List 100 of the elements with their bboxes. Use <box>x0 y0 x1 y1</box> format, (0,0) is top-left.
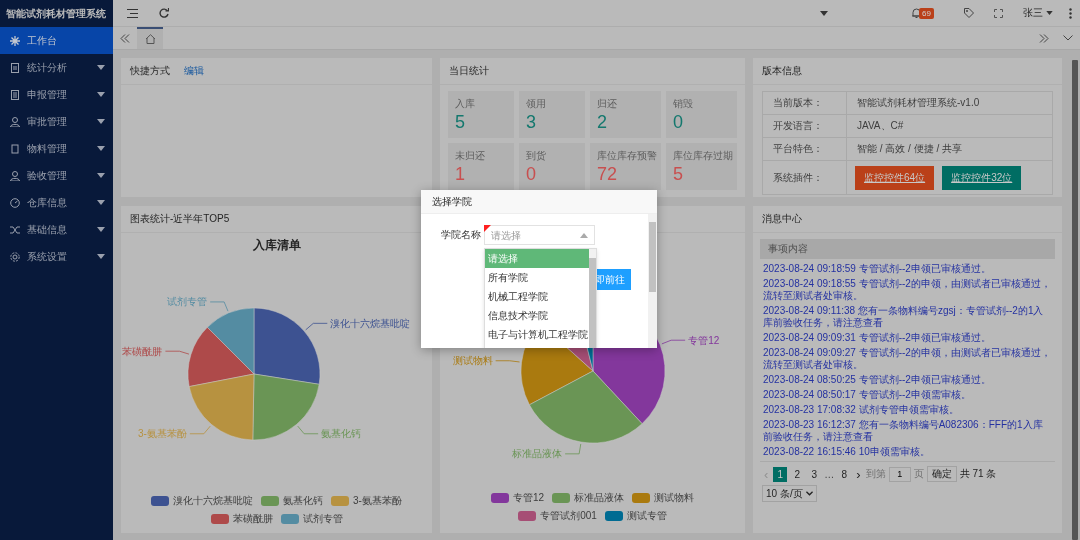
menu-item[interactable]: 验收管理 <box>0 162 113 189</box>
message-link[interactable]: 2023-08-24 09:18:59 专管试剂--2申领已审核通过。 <box>760 263 1055 275</box>
table-cell: 智能 / 高效 / 便捷 / 共享 <box>847 138 1053 161</box>
stat-value: 1 <box>455 163 465 185</box>
bell-icon[interactable] <box>912 8 922 18</box>
leader-line <box>564 443 581 455</box>
chart-title: 入库清单 <box>251 237 302 254</box>
legend-item[interactable]: 测试专管 <box>604 509 667 523</box>
double-chevron-right-icon[interactable] <box>1039 33 1049 43</box>
dialog-title: 选择学院 <box>421 190 657 214</box>
page-button[interactable]: 1 <box>773 466 788 482</box>
stat-value: 5 <box>455 111 465 133</box>
page-button[interactable]: 3 <box>807 466 822 482</box>
card-title: 当日统计 <box>449 64 489 78</box>
message-link[interactable]: 2023-08-24 09:09:31 专管试剂--2申领已审核通过。 <box>760 332 1055 344</box>
message-link[interactable]: 2023-08-22 16:15:46 10申领需审核。 <box>760 446 1055 458</box>
more-icon[interactable] <box>1069 7 1072 19</box>
shuffle-icon <box>10 224 20 235</box>
stat-label: 库位库存过期 <box>673 149 733 163</box>
tag-icon[interactable] <box>964 8 974 18</box>
slice-label: 试剂专管 <box>166 296 207 308</box>
legend-item[interactable]: 试剂专管 <box>280 512 343 526</box>
chevron-down-icon <box>805 491 813 496</box>
stat-value: 2 <box>597 111 607 133</box>
leader-line <box>494 360 520 363</box>
leader-line <box>209 301 228 312</box>
page-size-select[interactable]: 10 条/页 <box>762 485 817 502</box>
legend-item[interactable]: 专管试剂001 <box>518 509 597 523</box>
stat-label: 归还 <box>597 97 617 111</box>
legend-item[interactable]: 苯磺酰肼 <box>210 512 273 526</box>
menu-item[interactable]: 系统设置 <box>0 243 113 270</box>
message-link[interactable]: 2023-08-24 08:50:17 专管试剂--2申领需审核。 <box>760 389 1055 401</box>
legend-item[interactable]: 专管12 <box>490 491 545 505</box>
leader-line <box>188 425 211 435</box>
leader-line <box>304 322 328 331</box>
person-icon <box>10 170 20 181</box>
message-link[interactable]: 2023-08-24 09:11:38 您有一条物料编号zgsj：专管试剂--2的1入库前验收任务，请注意查看 <box>760 305 1055 329</box>
leader-line <box>660 339 686 345</box>
fullscreen-icon[interactable] <box>994 8 1003 18</box>
page-button[interactable]: 8 <box>837 466 852 482</box>
chevron-down-icon[interactable] <box>1063 35 1073 41</box>
plugin-button[interactable]: 监控控件64位 <box>855 165 935 190</box>
menu-icon[interactable] <box>127 8 138 18</box>
legend-item[interactable]: 3-氨基苯酚 <box>331 494 402 508</box>
user-menu[interactable]: 张三 <box>1023 6 1053 20</box>
scrollbar[interactable] <box>648 214 657 348</box>
dropdown-option[interactable]: 电子与计算机工程学院 <box>485 325 589 344</box>
stat-label: 领用 <box>526 97 546 111</box>
document-icon <box>10 89 20 100</box>
menu-item[interactable]: 审批管理 <box>0 108 113 135</box>
edit-link[interactable]: 编辑 <box>184 64 204 78</box>
person-icon <box>10 116 20 127</box>
legend-item[interactable]: 溴化十六烷基吡啶 <box>151 494 254 508</box>
caret-icon[interactable] <box>820 10 829 16</box>
stat-value: 5 <box>673 163 683 185</box>
refresh-icon[interactable] <box>159 8 169 18</box>
stat-label: 未归还 <box>455 149 485 163</box>
document-icon <box>10 62 20 73</box>
stat-value: 0 <box>673 111 683 133</box>
slice-label: 专管12 <box>687 334 719 346</box>
select-field[interactable]: 请选择 <box>484 225 595 245</box>
page-button[interactable]: 2 <box>790 466 805 482</box>
dropdown-option[interactable]: 信息技术学院 <box>485 306 589 325</box>
menu-item[interactable]: 工作台 <box>0 27 113 54</box>
home-tab[interactable] <box>137 27 163 49</box>
slice-label: 测试物料 <box>452 355 493 367</box>
page-input[interactable]: 1 <box>888 466 911 482</box>
legend-item[interactable]: 氨基化钙 <box>261 494 324 508</box>
field-label: 学院名称 <box>441 228 481 242</box>
house-icon <box>144 34 156 44</box>
page-unit: 页 <box>913 467 924 481</box>
stat-label: 入库 <box>455 97 475 111</box>
double-chevron-left-icon[interactable] <box>120 33 130 43</box>
slice-label: 氨基化钙 <box>320 428 361 440</box>
menu-item[interactable]: 统计分析 <box>0 54 113 81</box>
slice-label: 苯磺酰肼 <box>121 345 162 357</box>
confirm-button[interactable]: 确定 <box>926 466 957 482</box>
dropdown-option[interactable]: 机械工程学院 <box>485 287 589 306</box>
menu-item[interactable]: 仓库信息 <box>0 189 113 216</box>
message-link[interactable]: 2023-08-24 09:18:55 专管试剂--2的申领，由测试者已审核通过，流转至测试者处审核。 <box>760 278 1055 302</box>
card-title: 版本信息 <box>762 64 802 78</box>
message-link[interactable]: 2023-08-24 08:50:25 专管试剂--2申领已审核通过。 <box>760 374 1055 386</box>
stat-label: 到货 <box>526 149 546 163</box>
legend-item[interactable]: 标准品液体 <box>552 491 625 505</box>
message-link[interactable]: 2023-08-24 09:09:27 专管试剂--2的申领，由测试者已审核通过，流转至测试者处审核。 <box>760 347 1055 371</box>
menu-item[interactable]: 基础信息 <box>0 216 113 243</box>
message-link[interactable]: 2023-08-23 16:12:37 您有一条物料编号A082306：FFF的1入库前验收任务，请注意查看 <box>760 419 1055 443</box>
leader-line <box>164 350 189 355</box>
menu-item[interactable]: 申报管理 <box>0 81 113 108</box>
scrollbar[interactable] <box>589 249 596 348</box>
table-cell: 当前版本： <box>763 92 847 115</box>
menu-item[interactable]: 物料管理 <box>0 135 113 162</box>
goto-label: 到第 <box>865 467 886 481</box>
plugin-button[interactable]: 监控控件32位 <box>942 165 1022 190</box>
next-page-button[interactable]: › <box>854 466 863 482</box>
message-link[interactable]: 2023-08-23 17:08:32 试剂专管申领需审核。 <box>760 404 1055 416</box>
table-cell: 系统插件： <box>763 161 847 195</box>
gear-icon <box>10 251 20 262</box>
total-count: 共 71 条 <box>959 467 997 481</box>
legend-item[interactable]: 测试物料 <box>632 491 695 505</box>
